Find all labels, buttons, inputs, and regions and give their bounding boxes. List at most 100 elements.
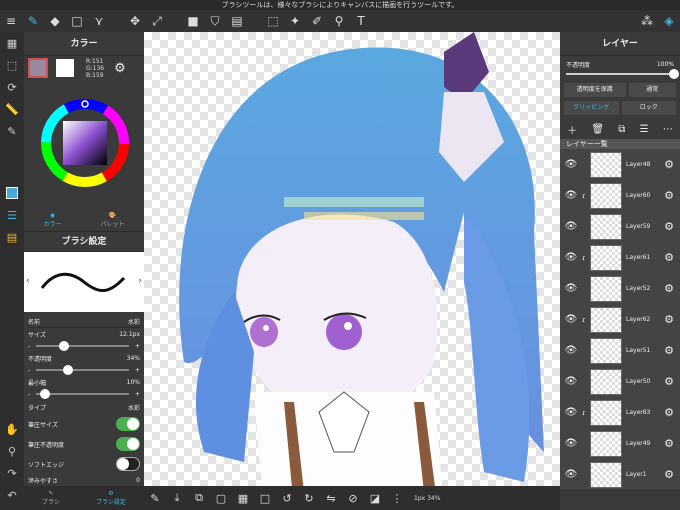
color-wheel[interactable] [24,80,144,208]
rotate-icon[interactable]: ⟳ [0,76,24,98]
tab-color[interactable]: ◉ カラー [43,212,61,228]
rectangle-tool-icon[interactable]: □ [66,10,88,32]
eyedropper-side-icon[interactable]: ⚲ [0,440,24,462]
layer-panel-icon[interactable]: ▤ [0,226,24,248]
move-tool-icon[interactable]: ✥ [124,10,146,32]
layer-settings-gear-icon[interactable]: ⚙ [664,282,674,295]
layer-clear-icon[interactable]: □ [254,486,276,510]
undo-icon[interactable]: ↶ [0,484,24,506]
visibility-eye-icon[interactable]: 👁 [560,283,582,294]
layer-settings-gear-icon[interactable]: ⚙ [664,313,674,326]
layer-settings-gear-icon[interactable]: ⚙ [664,344,674,357]
brush-name-row[interactable]: 名前 水彩 [28,316,140,328]
protect-alpha-button[interactable]: 透明度を保護 [564,83,626,97]
layer-settings-gear-icon[interactable]: ⚙ [664,251,674,264]
eraser-tool-icon[interactable]: ◆ [44,10,66,32]
text-tool-icon[interactable]: T [350,10,372,32]
layer-settings-gear-icon[interactable]: ⚙ [664,375,674,388]
snap-off-icon[interactable]: ⊘ [342,486,364,510]
layers-icon[interactable]: ◈ [658,10,680,32]
tab-brush[interactable]: ✎ ブラシ [42,490,60,506]
visibility-eye-icon[interactable]: 👁 [560,345,582,356]
soft-edge-toggle[interactable] [116,457,140,471]
redo-icon[interactable]: ↷ [0,462,24,484]
layer-row[interactable]: 👁 ɾ Layer63 ⚙ [560,397,680,429]
layer-settings-gear-icon[interactable]: ⚙ [664,468,674,481]
materials-icon[interactable]: ⁂ [636,10,658,32]
reference-icon[interactable]: ◪ [364,486,386,510]
pages-icon[interactable]: ▦ [0,32,24,54]
min-width-slider[interactable]: - + [28,388,140,400]
layer-list-icon[interactable]: ☰ [640,124,649,135]
copy-icon[interactable]: ⧉ [188,486,210,510]
layer-row[interactable]: 👁 Layer51 ⚙ [560,335,680,367]
primary-color-swatch[interactable] [28,58,48,78]
layer-settings-gear-icon[interactable]: ⚙ [664,189,674,202]
visibility-eye-icon[interactable]: 👁 [560,252,582,263]
hand-tool-icon[interactable]: ✋ [0,418,24,440]
layer-settings-gear-icon[interactable]: ⚙ [664,158,674,171]
ruler-icon[interactable]: 📏 [0,98,24,120]
grid-icon[interactable]: ▦ [232,486,254,510]
gradient-tool-icon[interactable]: ▤ [226,10,248,32]
brush-tool-icon[interactable]: ✎ [22,10,44,32]
color-settings-gear-icon[interactable]: ⚙ [114,61,126,76]
layer-row[interactable]: 👁 ɾ Layer62 ⚙ [560,304,680,336]
visibility-eye-icon[interactable]: 👁 [560,438,582,449]
layer-row[interactable]: 👁 ɾ Layer60 ⚙ [560,180,680,212]
tab-brush-settings[interactable]: ⚙ ブラシ設定 [96,490,126,506]
selection-icon[interactable]: ⬚ [0,54,24,76]
select-tool-icon[interactable]: ⬚ [262,10,284,32]
visibility-eye-icon[interactable]: 👁 [560,469,582,480]
snap-icon[interactable]: ✎ [0,120,24,142]
menu-icon[interactable]: ≡ [0,10,22,32]
layer-row[interactable]: 👁 Layer50 ⚙ [560,366,680,398]
brush-panel-icon[interactable]: ☰ [0,204,24,226]
rotate-left-icon[interactable]: ↺ [276,486,298,510]
visibility-eye-icon[interactable]: 👁 [560,221,582,232]
layer-row[interactable]: 👁 Layer48 ⚙ [560,149,680,181]
lock-button[interactable]: ロック [621,101,676,115]
size-slider[interactable]: - + [28,340,140,352]
add-layer-icon[interactable]: ＋ [567,122,577,137]
prev-brush-icon[interactable]: ‹ [26,276,30,286]
transform-tool-icon[interactable]: ⤢ [146,10,168,32]
visibility-eye-icon[interactable]: 👁 [560,159,582,170]
color-panel-icon[interactable] [0,182,24,204]
visibility-eye-icon[interactable]: 👁 [560,376,582,387]
blend-mode-button[interactable]: 通常 [628,83,676,97]
paste-icon[interactable]: ▢ [210,486,232,510]
more-dots-icon[interactable]: ⋮ [386,486,408,510]
type-row[interactable]: タイプ 水彩 [28,400,140,414]
layer-row[interactable]: 👁 Layer52 ⚙ [560,273,680,305]
clipping-button[interactable]: クリッピング [564,101,619,115]
layer-settings-gear-icon[interactable]: ⚙ [664,437,674,450]
layer-settings-gear-icon[interactable]: ⚙ [664,220,674,233]
visibility-eye-icon[interactable]: 👁 [560,314,582,325]
smudge-tool-icon[interactable]: ⋎ [88,10,110,32]
layer-row[interactable]: 👁 ɾ Layer61 ⚙ [560,242,680,274]
secondary-color-swatch[interactable] [56,59,74,77]
drawing-canvas[interactable] [144,32,560,510]
pressure-size-toggle[interactable] [116,417,140,431]
visibility-eye-icon[interactable]: 👁 [560,190,582,201]
opacity-slider[interactable]: - + [28,364,140,376]
layer-row[interactable]: 👁 Layer59 ⚙ [560,211,680,243]
visibility-eye-icon[interactable]: 👁 [560,407,582,418]
magic-wand-icon[interactable]: ✦ [284,10,306,32]
rotate-right-icon[interactable]: ↻ [298,486,320,510]
layer-row[interactable]: 👁 Layer1 ⚙ [560,459,680,491]
fill-color-icon[interactable]: ■ [182,10,204,32]
eyedropper-icon[interactable]: ⚲ [328,10,350,32]
layer-opacity-slider[interactable] [560,69,680,79]
flip-icon[interactable]: ⇋ [320,486,342,510]
import-icon[interactable]: ⤓ [166,486,188,510]
pressure-opacity-toggle[interactable] [116,437,140,451]
tab-palette[interactable]: 🎨 パレット [100,212,124,228]
layer-more-icon[interactable]: ⋯ [663,124,673,135]
duplicate-layer-icon[interactable]: ⧉ [618,124,625,135]
bucket-tool-icon[interactable]: ⛉ [204,10,226,32]
select-pen-icon[interactable]: ✐ [306,10,328,32]
layer-settings-gear-icon[interactable]: ⚙ [664,406,674,419]
next-brush-icon[interactable]: › [138,276,142,286]
